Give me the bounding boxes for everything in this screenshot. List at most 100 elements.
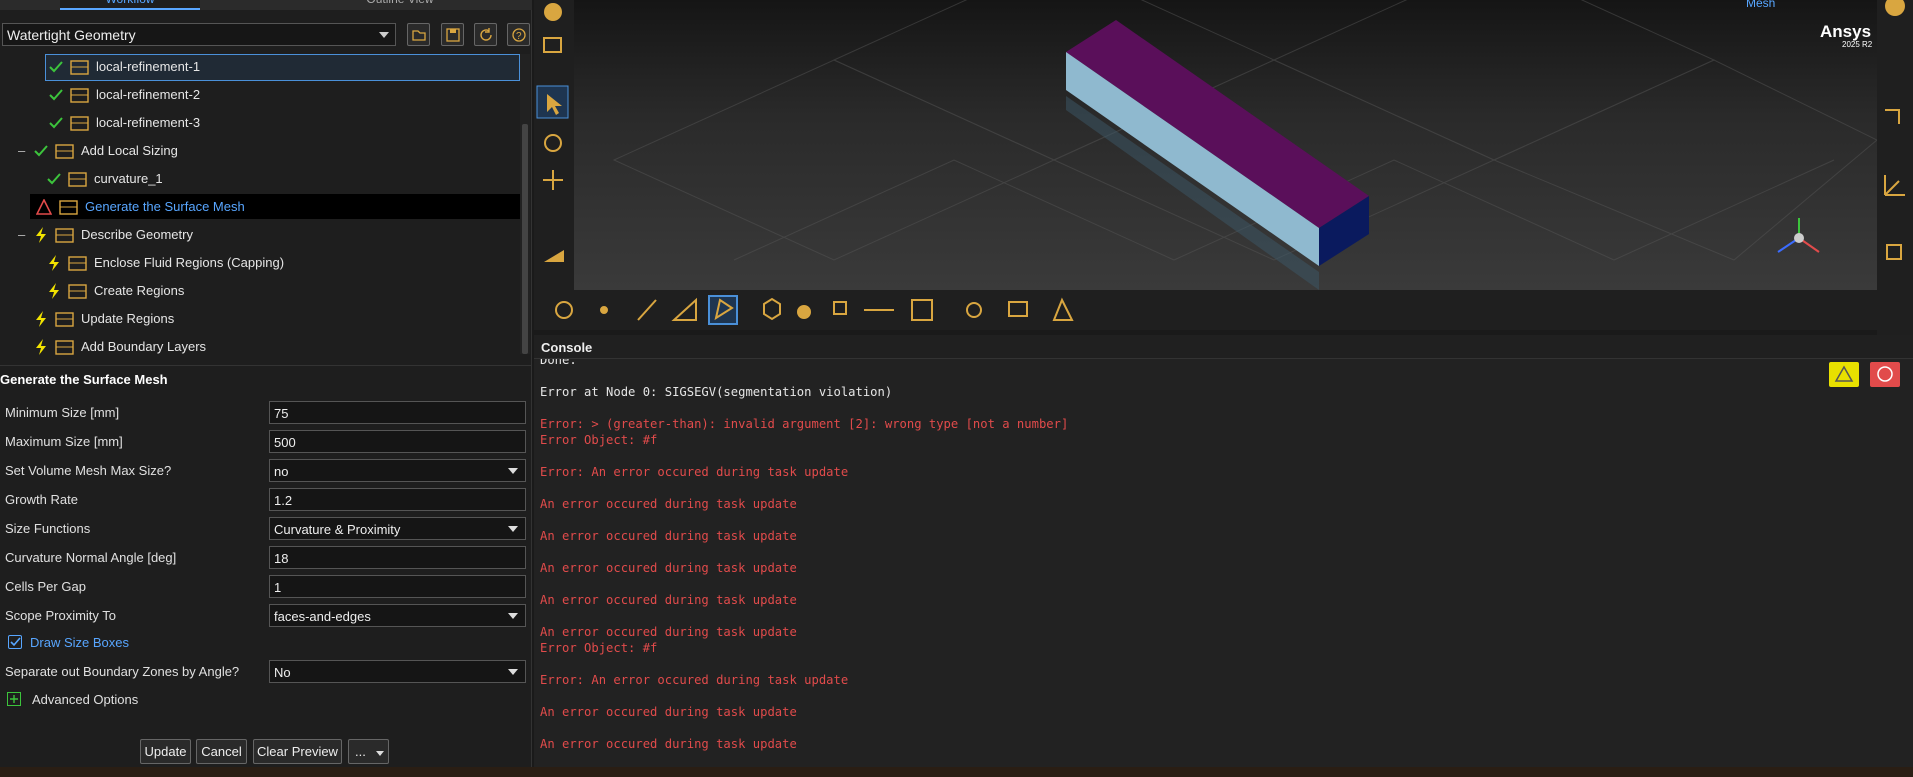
check-icon	[49, 117, 63, 129]
tree-item-label: Update Regions	[81, 311, 175, 326]
console-header: Console	[534, 335, 1913, 359]
tree-item[interactable]: Create Regions	[0, 278, 520, 303]
tree-item[interactable]: curvature_1	[0, 166, 520, 191]
property-select[interactable]: no	[269, 459, 526, 482]
axis-triad-icon[interactable]	[1764, 210, 1834, 280]
check-icon	[10, 637, 21, 647]
tree-item[interactable]: Generate the Surface Mesh	[30, 194, 520, 219]
separate-zones-label: Separate out Boundary Zones by Angle?	[5, 664, 240, 679]
property-input[interactable]: 1.2	[269, 488, 526, 511]
property-label: Set Volume Mesh Max Size?	[5, 463, 172, 478]
visibility-icon	[966, 302, 982, 318]
console-output[interactable]: Done. Error at Node 0: SIGSEGV(segmentati…	[534, 359, 1913, 767]
refresh-workflow-button[interactable]	[474, 23, 497, 46]
property-input[interactable]: 18	[269, 546, 526, 569]
update-button[interactable]: Update	[140, 739, 191, 764]
graphics-viewport[interactable]: Mesh Ansys 2025 R2	[534, 0, 1877, 290]
tree-item[interactable]: local-refinement-2	[0, 82, 520, 107]
ansys-logo: Ansys	[1820, 22, 1872, 41]
advanced-options-row[interactable]: Advanced Options	[0, 686, 532, 712]
property-value: no	[274, 464, 289, 479]
pick-all-icon	[555, 301, 573, 319]
object-icon	[1008, 301, 1028, 317]
tree-item[interactable]: Enclose Fluid Regions (Capping)	[0, 250, 520, 275]
task-type-icon	[70, 60, 89, 75]
axes-icon	[1884, 175, 1905, 196]
tree-scrollbar[interactable]	[520, 54, 530, 354]
property-value: 1	[274, 580, 282, 595]
tree-item[interactable]: Update Regions	[0, 306, 520, 331]
check-icon	[49, 89, 63, 101]
warning-button[interactable]	[1829, 362, 1859, 387]
scrollbar-thumb[interactable]	[522, 124, 528, 354]
console-line: Error: An error occured during task upda…	[540, 673, 849, 687]
tree-item[interactable]: Add Boundary Layers	[0, 334, 520, 359]
task-type-icon	[55, 228, 74, 243]
property-input[interactable]: 75	[269, 401, 526, 424]
tree-item[interactable]: local-refinement-1	[0, 54, 520, 81]
property-select[interactable]: faces-and-edges	[269, 604, 526, 627]
tree-item[interactable]: local-refinement-3	[0, 110, 520, 135]
body-icon	[763, 297, 781, 321]
separate-zones-select[interactable]: No	[269, 660, 526, 683]
cancel-button[interactable]: Cancel	[196, 739, 247, 764]
more-options-button[interactable]: ...	[348, 739, 389, 764]
property-label: Scope Proximity To	[5, 608, 117, 623]
console-line: An error occured during task update	[540, 561, 797, 575]
property-label: Size Functions	[5, 521, 91, 536]
error-stop-icon	[1877, 366, 1893, 382]
console-line: Error: > (greater-than): invalid argumen…	[540, 417, 1069, 431]
lightning-icon	[36, 339, 46, 355]
expand-plus-icon[interactable]	[7, 692, 21, 706]
help-icon: ?	[512, 28, 526, 42]
error-button[interactable]	[1870, 362, 1900, 387]
check-icon	[34, 145, 48, 157]
part-top-face	[1066, 20, 1369, 228]
console-line: Error: An error occured during task upda…	[540, 465, 849, 479]
property-row: Set Volume Mesh Max Size? no	[0, 457, 532, 483]
property-input[interactable]: 1	[269, 575, 526, 598]
workflow-select[interactable]: Watertight Geometry	[2, 23, 396, 46]
property-label: Maximum Size [mm]	[5, 434, 123, 449]
console-line: An error occured during task update	[540, 529, 797, 543]
collapse-icon[interactable]: –	[18, 143, 25, 158]
draw-size-boxes-row[interactable]: Draw Size Boxes	[0, 629, 532, 655]
separate-zones-value: No	[274, 665, 291, 680]
tab-outline-view[interactable]: Outline View	[330, 0, 470, 10]
property-row: Curvature Normal Angle [deg] 18	[0, 544, 532, 570]
clear-preview-button[interactable]: Clear Preview	[253, 739, 342, 764]
display-icon	[544, 3, 562, 21]
property-row: Size Functions Curvature & Proximity	[0, 515, 532, 541]
help-button[interactable]: ?	[507, 23, 530, 46]
check-icon	[47, 173, 61, 185]
tab-workflow[interactable]: Workflow	[60, 0, 200, 10]
viewport-left-toolbar	[534, 0, 574, 290]
pan-icon	[543, 170, 563, 190]
workflow-select-value: Watertight Geometry	[7, 27, 136, 43]
window-icon	[1886, 244, 1902, 260]
tree-item[interactable]: – Add Local Sizing	[0, 138, 520, 163]
property-value: Curvature & Proximity	[274, 522, 401, 537]
property-select[interactable]: Curvature & Proximity	[269, 517, 526, 540]
task-title: Generate the Surface Mesh	[0, 372, 168, 387]
more-label: ...	[355, 744, 366, 759]
console-line: Error Object: #f	[540, 641, 658, 655]
property-input[interactable]: 500	[269, 430, 526, 453]
property-row: Growth Rate 1.2	[0, 486, 532, 512]
property-value: 75	[274, 406, 289, 421]
grid-icon	[911, 299, 933, 321]
open-workflow-button[interactable]	[407, 23, 430, 46]
console-line: An error occured during task update	[540, 705, 797, 719]
tree-item-label: Enclose Fluid Regions (Capping)	[94, 255, 285, 270]
tree-item[interactable]: – Describe Geometry	[0, 222, 520, 247]
rotate-icon	[544, 134, 562, 152]
draw-size-boxes-checkbox[interactable]	[8, 635, 22, 649]
collapse-icon[interactable]: –	[18, 227, 25, 242]
console-line: Error at Node 0: SIGSEGV(segmentation vi…	[540, 385, 893, 399]
property-label: Cells Per Gap	[5, 579, 86, 594]
console-line: Done.	[540, 359, 577, 367]
node-icon	[833, 301, 847, 315]
chevron-down-icon	[376, 751, 384, 756]
save-workflow-button[interactable]	[441, 23, 464, 46]
console-line: Error Object: #f	[540, 433, 658, 447]
